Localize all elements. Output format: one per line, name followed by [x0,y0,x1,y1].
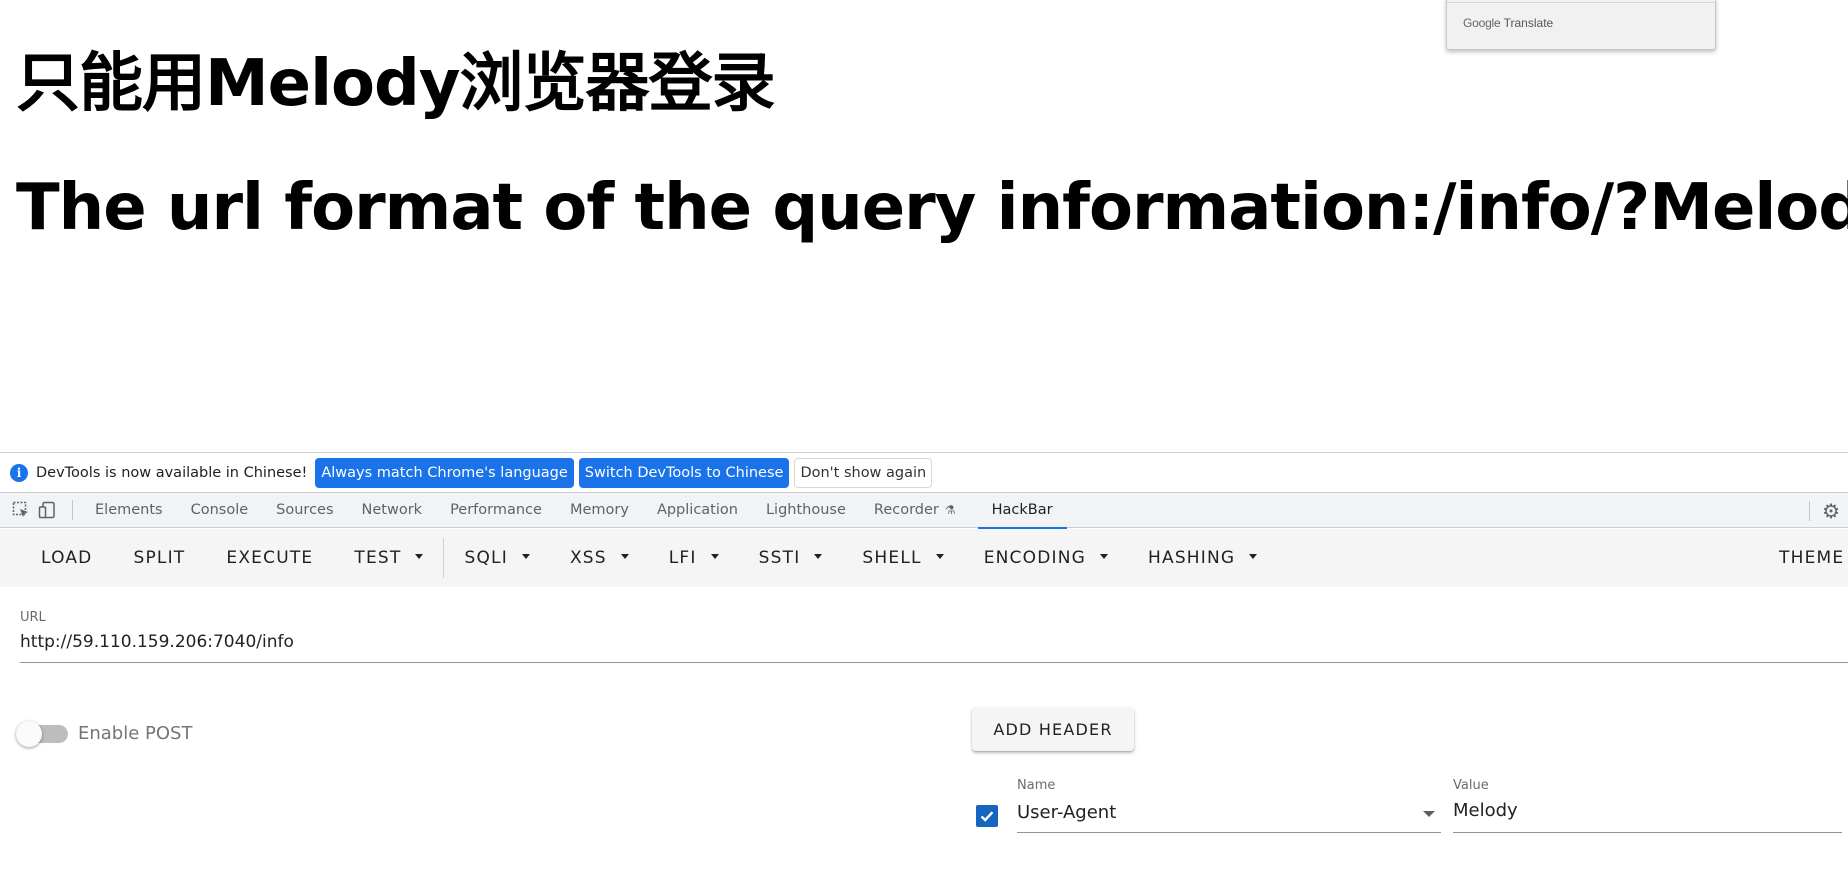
lfi-label: LFI [668,548,697,568]
lfi-dropdown-button[interactable]: LFI [669,529,719,587]
toolbar-separator [1809,500,1811,521]
header-value-text: Melody [1453,800,1518,821]
translate-label: Translate [1503,16,1554,30]
tab-recorder[interactable]: Recorder ⚗ [860,493,970,528]
info-icon: i [10,463,28,482]
split-button[interactable]: SPLIT [133,529,185,587]
tab-performance[interactable]: Performance [436,493,556,528]
tab-hackbar[interactable]: HackBar [977,493,1067,529]
dropdown-caret-icon [710,554,719,559]
tab-sources[interactable]: Sources [262,493,347,528]
checkmark-icon [980,811,994,822]
header-value-input[interactable]: Melody [1453,797,1842,833]
url-input[interactable] [20,629,1848,663]
test-label: TEST [354,548,402,568]
theme-button[interactable]: THEME [1779,529,1844,587]
enable-post-switch[interactable]: Enable POST [16,720,193,747]
split-label: SPLIT [133,548,186,568]
hashing-label: HASHING [1148,548,1236,568]
page-heading-chinese: 只能用Melody浏览器登录 [16,47,776,121]
settings-gear-icon[interactable]: ⚙ [1822,499,1840,523]
sqli-dropdown-button[interactable]: SQLI [464,529,530,587]
enable-post-label: Enable POST [78,723,193,744]
tab-memory[interactable]: Memory [556,493,643,528]
encoding-label: ENCODING [983,548,1086,568]
header-name-select[interactable]: User-Agent [1017,797,1441,833]
switch-track[interactable] [16,720,68,747]
page-heading-url-format: The url format of the query information:… [16,171,1848,245]
header-value-label: Value [1453,778,1489,793]
tab-lighthouse[interactable]: Lighthouse [752,493,860,528]
url-field-label: URL [20,610,46,625]
popup-divider [1447,2,1715,3]
google-translate-popup: Google Translate [1446,0,1716,50]
dropdown-caret-icon [814,554,823,559]
theme-label: THEME [1779,548,1845,568]
dropdown-caret-icon [620,554,629,559]
google-translate-logo[interactable]: Google Translate [1463,16,1553,30]
devtools-language-infobar: i DevTools is now available in Chinese! … [0,453,1848,493]
inspect-element-icon[interactable] [10,499,32,521]
toolbar-divider [443,538,445,578]
tab-console[interactable]: Console [177,493,263,528]
switch-to-chinese-button[interactable]: Switch DevTools to Chinese [578,457,790,488]
dont-show-again-button[interactable]: Don't show again [794,457,933,488]
load-button[interactable]: LOAD [41,529,92,587]
header-name-label: Name [1017,778,1056,793]
dropdown-caret-icon [1249,554,1258,559]
ssti-label: SSTI [758,548,801,568]
devtools-panel: i DevTools is now available in Chinese! … [0,452,1848,877]
hackbar-toolbar: LOAD SPLIT EXECUTE TEST SQLI XSS LFI SST… [0,529,1848,587]
dropdown-caret-icon [935,554,944,559]
tab-recorder-label: Recorder [873,502,939,518]
dropdown-caret-icon [1100,554,1108,559]
xss-label: XSS [569,548,607,568]
header-name-value: User-Agent [1017,802,1117,823]
execute-label: EXECUTE [226,548,314,568]
infobar-message: DevTools is now available in Chinese! [36,464,308,481]
chevron-down-icon [1423,811,1435,817]
shell-label: SHELL [862,548,922,568]
dropdown-caret-icon [521,554,530,559]
flask-icon: ⚗ [944,503,956,517]
xss-dropdown-button[interactable]: XSS [570,529,629,587]
tab-elements[interactable]: Elements [81,493,177,528]
devtools-tab-bar: Elements Console Sources Network Perform… [0,493,1848,529]
toolbar-separator [72,500,73,520]
tabbar-right-tools: ⚙ [1809,493,1848,528]
hashing-dropdown-button[interactable]: HASHING [1148,529,1258,587]
always-match-language-button[interactable]: Always match Chrome's language [315,457,574,488]
switch-thumb[interactable] [16,720,42,747]
tab-network[interactable]: Network [348,493,437,528]
browser-page: 只能用Melody浏览器登录 The url format of the que… [0,0,1848,877]
encoding-dropdown-button[interactable]: ENCODING [984,529,1108,587]
device-toolbar-icon[interactable] [36,499,58,521]
header-enabled-checkbox[interactable] [976,805,998,827]
sqli-label: SQLI [464,548,508,568]
test-dropdown-button[interactable]: TEST [354,529,424,587]
tab-application[interactable]: Application [643,493,752,528]
dropdown-caret-icon [415,554,424,559]
ssti-dropdown-button[interactable]: SSTI [759,529,823,587]
shell-dropdown-button[interactable]: SHELL [862,529,944,587]
add-header-button[interactable]: ADD HEADER [972,707,1134,751]
google-logo-text: Google [1463,16,1501,30]
load-label: LOAD [41,548,93,568]
execute-button[interactable]: EXECUTE [226,529,313,587]
